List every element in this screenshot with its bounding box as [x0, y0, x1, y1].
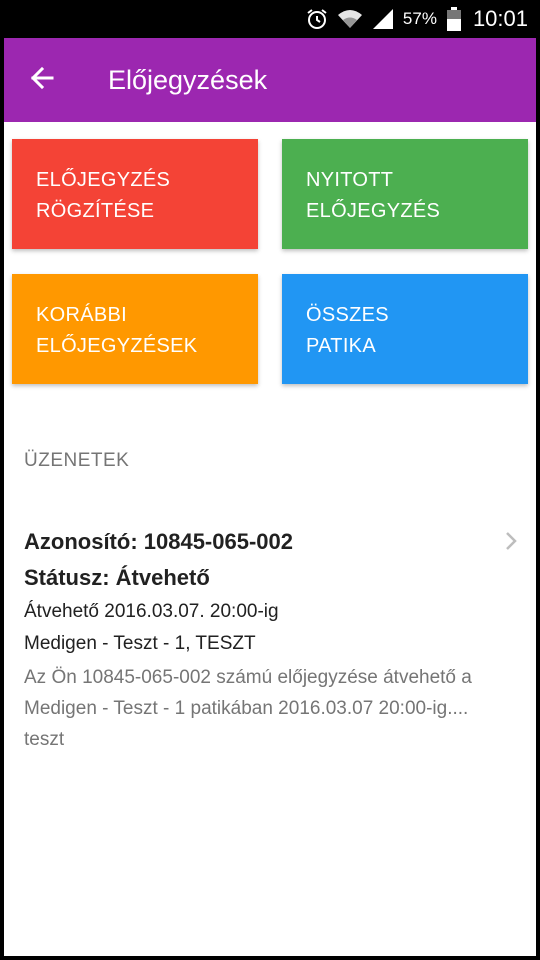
message-status: Státusz: Átvehető: [24, 565, 210, 590]
message-list-item[interactable]: Azonosító: 10845-065-002 Státusz: Átvehe…: [24, 524, 524, 755]
message-body-line: Medigen - Teszt - 1 patikában 2016.03.07…: [24, 698, 469, 719]
message-id: Azonosító: 10845-065-002: [24, 529, 293, 554]
messages-section-title: ÜZENETEK: [24, 450, 130, 471]
wifi-icon: [337, 8, 363, 30]
tile-label-line2: PATIKA: [306, 335, 376, 357]
tile-label-line2: RÖGZÍTÉSE: [36, 200, 155, 222]
arrow-back-icon: [28, 64, 56, 97]
tile-label-line1: NYITOTT: [306, 169, 394, 191]
message-body: Az Ön 10845-065-002 számú előjegyzése át…: [24, 662, 524, 755]
message-date: Átvehető 2016.03.07. 20:00-ig: [24, 601, 279, 622]
app-window: Előjegyzések ELŐJEGYZÉS RÖGZÍTÉSE NYITOT…: [4, 38, 536, 956]
all-pharmacies-button[interactable]: ÖSSZES PATIKA: [282, 274, 528, 384]
clock: 10:01: [472, 6, 528, 31]
app-bar: Előjegyzések: [4, 38, 536, 122]
tile-label-line1: ELŐJEGYZÉS: [36, 169, 171, 191]
chevron-right-icon: [504, 530, 518, 557]
tile-label-line1: KORÁBBI: [36, 304, 128, 326]
tile-label-line2: ELŐJEGYZÉS: [306, 200, 441, 222]
tile-label-line1: ÖSSZES: [306, 304, 389, 326]
phone-screen: 57% 10:01 Előjegyzések ELŐJEGYZÉS RÖGZÍT…: [0, 0, 540, 960]
tile-label-line2: ELŐJEGYZÉSEK: [36, 335, 198, 357]
new-reservation-button[interactable]: ELŐJEGYZÉS RÖGZÍTÉSE: [12, 139, 258, 249]
battery-percentage: 57%: [402, 9, 437, 28]
back-button[interactable]: [4, 38, 80, 122]
message-body-line: teszt: [24, 729, 65, 750]
page-title: Előjegyzések: [108, 64, 268, 95]
status-bar: 57% 10:01: [0, 0, 540, 38]
battery-icon: [446, 7, 461, 31]
previous-reservations-button[interactable]: KORÁBBI ELŐJEGYZÉSEK: [12, 274, 258, 384]
alarm-icon: [305, 7, 329, 31]
message-pharmacy: Medigen - Teszt - 1, TESZT: [24, 633, 256, 654]
message-body-line: Az Ön 10845-065-002 számú előjegyzése át…: [24, 667, 472, 688]
signal-icon: [371, 8, 395, 30]
open-reservation-button[interactable]: NYITOTT ELŐJEGYZÉS: [282, 139, 528, 249]
